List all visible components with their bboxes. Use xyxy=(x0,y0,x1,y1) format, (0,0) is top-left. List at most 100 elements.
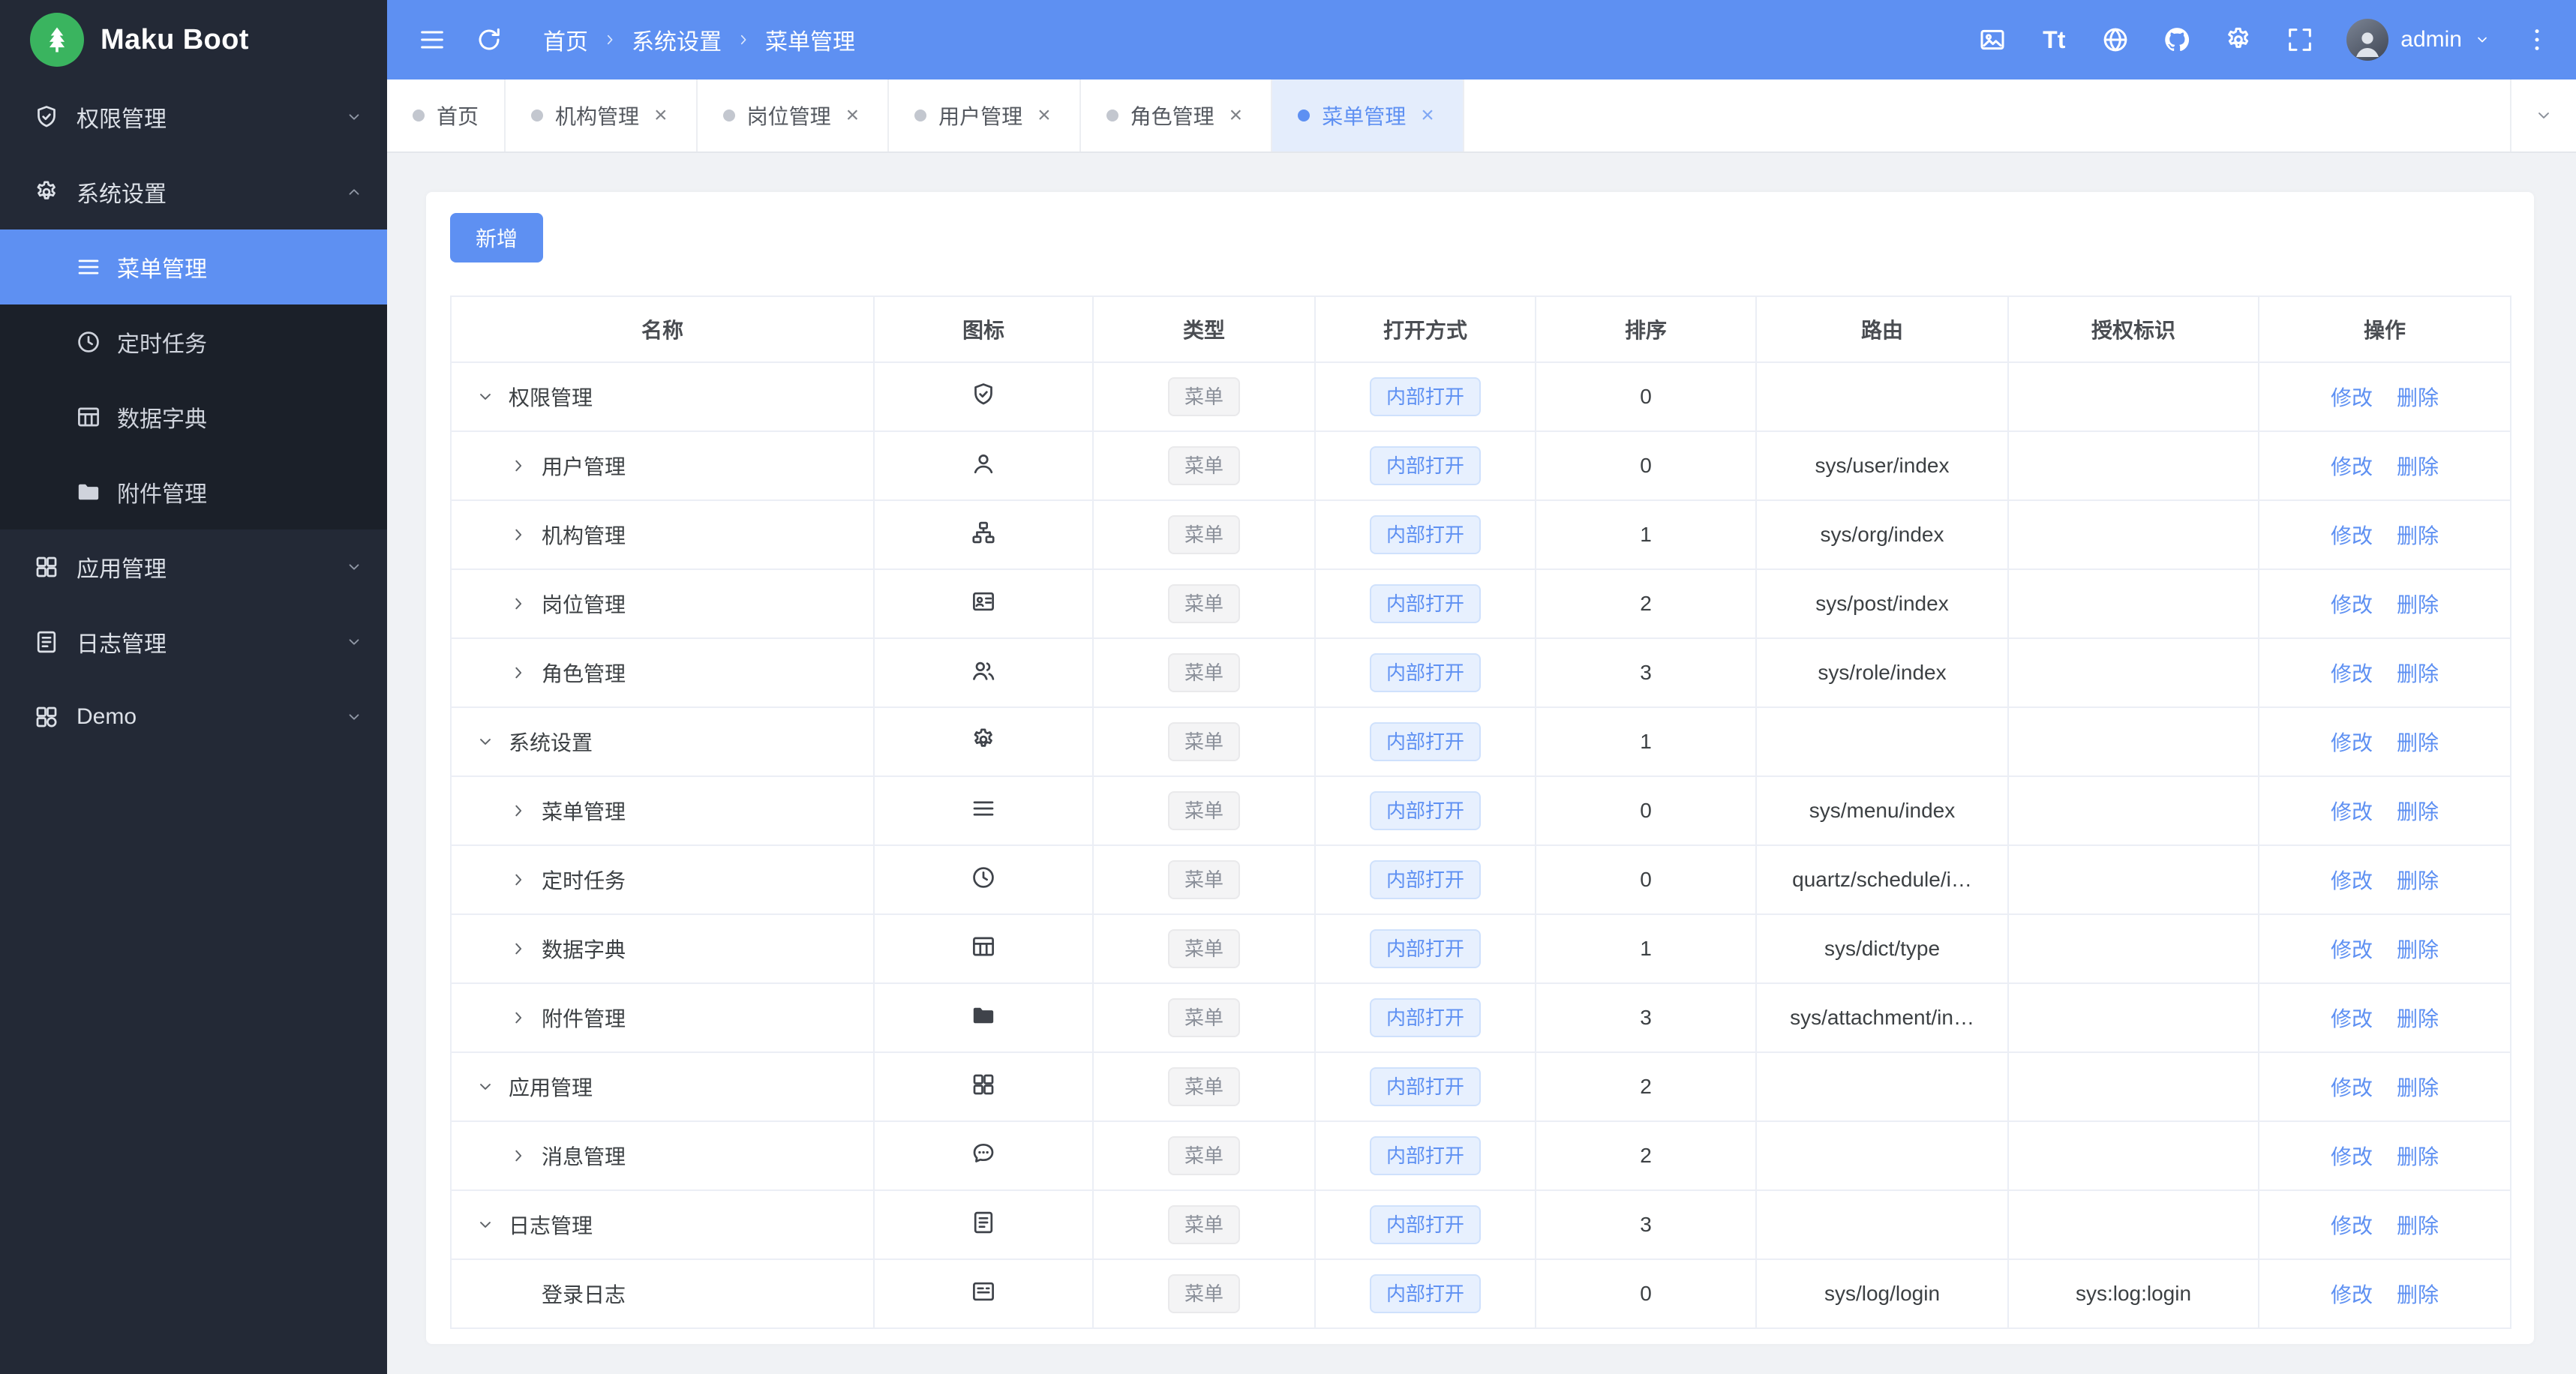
row-name: 权限管理 xyxy=(509,386,593,410)
sidebar-item[interactable]: 系统设置 xyxy=(0,154,387,230)
expand-row-icon[interactable] xyxy=(509,938,531,960)
close-tab-icon[interactable]: × xyxy=(1226,103,1246,128)
sidebar-subitem[interactable]: 数据字典 xyxy=(0,380,387,454)
shield-icon xyxy=(970,381,997,408)
breadcrumb-item[interactable]: 首页 xyxy=(543,23,588,56)
collapse-row-icon[interactable] xyxy=(476,730,498,753)
auth-value xyxy=(2007,430,2259,501)
route-value: sys/post/index xyxy=(1755,568,2009,639)
edit-link[interactable]: 修改 xyxy=(2331,1283,2373,1306)
tab-item[interactable]: 菜单管理 × xyxy=(1272,80,1464,152)
expand-row-icon[interactable] xyxy=(509,800,531,822)
delete-link[interactable]: 删除 xyxy=(2397,524,2439,548)
edit-link[interactable]: 修改 xyxy=(2331,662,2373,686)
table-row: 权限管理 菜单 内部打开 0 修改 删除 xyxy=(450,362,2511,432)
collapse-menu-icon[interactable] xyxy=(417,25,447,55)
close-tab-icon[interactable]: × xyxy=(1034,103,1054,128)
sidebar-item-label: 日志管理 xyxy=(77,632,167,657)
edit-link[interactable]: 修改 xyxy=(2331,386,2373,410)
github-icon[interactable] xyxy=(2162,25,2192,55)
row-name: 应用管理 xyxy=(509,1076,593,1100)
edit-link[interactable]: 修改 xyxy=(2331,524,2373,548)
sidebar-subitem[interactable]: 菜单管理 xyxy=(0,230,387,304)
expand-row-icon[interactable] xyxy=(509,662,531,684)
app-logo[interactable]: Maku Boot xyxy=(0,0,387,80)
edit-link[interactable]: 修改 xyxy=(2331,869,2373,892)
sidebar-subitem[interactable]: 定时任务 xyxy=(0,304,387,380)
tab-item[interactable]: 角色管理 × xyxy=(1080,80,1273,152)
font-size-icon[interactable]: Tt xyxy=(2039,25,2069,55)
tab-item[interactable]: 机构管理 × xyxy=(506,80,698,152)
sidebar-item[interactable]: Demo xyxy=(0,680,387,754)
tab-item[interactable]: 首页 xyxy=(387,80,506,152)
screenshot-icon[interactable] xyxy=(1977,25,2007,55)
delete-link[interactable]: 删除 xyxy=(2397,1145,2439,1168)
tab-label: 机构管理 xyxy=(555,105,640,128)
delete-link[interactable]: 删除 xyxy=(2397,662,2439,686)
delete-link[interactable]: 删除 xyxy=(2397,386,2439,410)
close-tab-icon[interactable]: × xyxy=(651,103,671,128)
tab-dot-icon xyxy=(722,110,735,122)
expand-row-icon[interactable] xyxy=(509,524,531,546)
tab-dot-icon xyxy=(1298,110,1311,122)
edit-link[interactable]: 修改 xyxy=(2331,1214,2373,1238)
table-row: 定时任务 菜单 内部打开 0 quartz/schedule/i… 修改 删除 xyxy=(450,844,2511,915)
collapse-row-icon[interactable] xyxy=(476,386,498,408)
sidebar-item[interactable]: 应用管理 xyxy=(0,530,387,604)
expand-row-icon[interactable] xyxy=(509,592,531,615)
close-tab-icon[interactable]: × xyxy=(843,103,863,128)
settings-icon[interactable] xyxy=(2223,25,2253,55)
edit-link[interactable]: 修改 xyxy=(2331,1145,2373,1168)
collapse-row-icon[interactable] xyxy=(476,1214,498,1236)
edit-link[interactable]: 修改 xyxy=(2331,593,2373,616)
delete-link[interactable]: 删除 xyxy=(2397,1214,2439,1238)
sidebar-item[interactable]: 权限管理 xyxy=(0,80,387,154)
delete-link[interactable]: 删除 xyxy=(2397,1283,2439,1306)
auth-value xyxy=(2007,362,2259,432)
user-menu[interactable]: admin xyxy=(2346,19,2490,61)
sidebar-item[interactable]: 日志管理 xyxy=(0,604,387,680)
delete-link[interactable]: 删除 xyxy=(2397,869,2439,892)
edit-link[interactable]: 修改 xyxy=(2331,1007,2373,1030)
delete-link[interactable]: 删除 xyxy=(2397,455,2439,478)
delete-link[interactable]: 删除 xyxy=(2397,800,2439,824)
expand-row-icon[interactable] xyxy=(509,868,531,891)
tab-item[interactable]: 用户管理 × xyxy=(889,80,1081,152)
sort-value: 1 xyxy=(1535,914,1757,984)
auth-value xyxy=(2007,776,2259,846)
close-tab-icon[interactable]: × xyxy=(1418,103,1437,128)
expand-row-icon[interactable] xyxy=(509,1144,531,1167)
delete-link[interactable]: 删除 xyxy=(2397,593,2439,616)
open-type-tag: 内部打开 xyxy=(1369,929,1481,968)
edit-link[interactable]: 修改 xyxy=(2331,800,2373,824)
expand-row-icon[interactable] xyxy=(509,1006,531,1029)
tabs-dropdown-button[interactable] xyxy=(2510,80,2576,152)
edit-link[interactable]: 修改 xyxy=(2331,938,2373,962)
edit-link[interactable]: 修改 xyxy=(2331,731,2373,754)
breadcrumb-item[interactable]: 菜单管理 xyxy=(765,23,855,56)
breadcrumb-item[interactable]: 系统设置 xyxy=(632,23,722,56)
refresh-icon[interactable] xyxy=(474,25,504,55)
breadcrumb: 首页 系统设置 菜单管理 xyxy=(543,23,855,56)
delete-link[interactable]: 删除 xyxy=(2397,731,2439,754)
globe-icon[interactable] xyxy=(2100,25,2130,55)
expand-row-icon[interactable] xyxy=(509,454,531,477)
topbar: 首页 系统设置 菜单管理 Tt admin xyxy=(387,0,2576,80)
type-tag: 菜单 xyxy=(1167,860,1240,899)
delete-link[interactable]: 删除 xyxy=(2397,1076,2439,1100)
sidebar-subitem[interactable]: 附件管理 xyxy=(0,454,387,530)
edit-link[interactable]: 修改 xyxy=(2331,455,2373,478)
delete-link[interactable]: 删除 xyxy=(2397,1007,2439,1030)
add-button[interactable]: 新增 xyxy=(450,213,544,262)
tab-dot-icon xyxy=(914,110,927,122)
type-tag: 菜单 xyxy=(1167,1205,1240,1244)
edit-link[interactable]: 修改 xyxy=(2331,1076,2373,1100)
table-row: 菜单管理 菜单 内部打开 0 sys/menu/index 修改 删除 xyxy=(450,776,2511,846)
more-vertical-icon[interactable] xyxy=(2522,25,2552,55)
fullscreen-icon[interactable] xyxy=(2285,25,2315,55)
tab-item[interactable]: 岗位管理 × xyxy=(697,80,890,152)
delete-link[interactable]: 删除 xyxy=(2397,938,2439,962)
log-icon xyxy=(33,628,60,656)
collapse-row-icon[interactable] xyxy=(476,1076,498,1098)
open-type-tag: 内部打开 xyxy=(1369,653,1481,692)
